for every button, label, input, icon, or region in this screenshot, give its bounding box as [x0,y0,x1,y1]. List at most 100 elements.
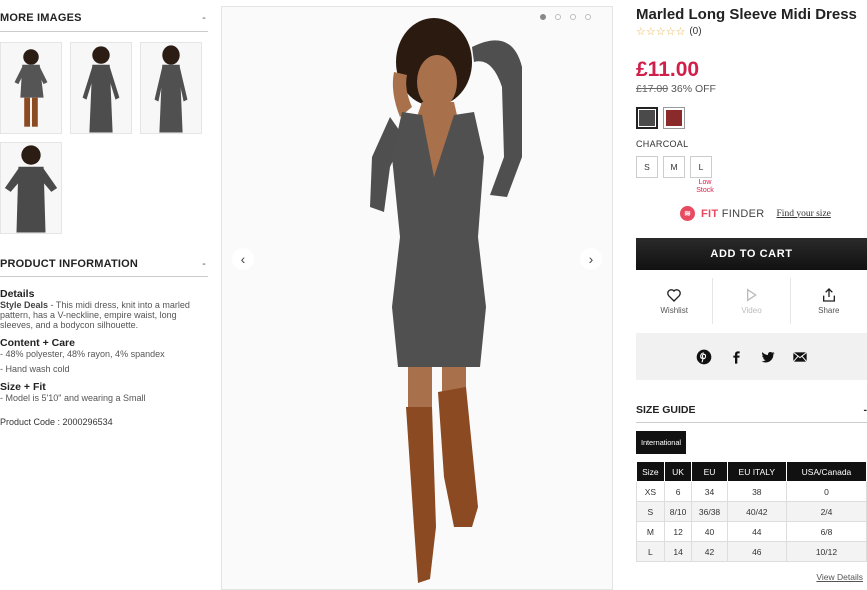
table-row: S 8/10 36/38 40/42 2/4 [636,501,867,522]
next-image-button[interactable]: › [580,248,602,270]
table-row: L 14 42 46 10/12 [636,541,867,562]
size-option-l[interactable]: L [690,156,712,178]
table-cell: 0 [785,481,867,502]
table-cell: 12 [663,521,693,542]
table-cell: 46 [726,541,787,562]
heart-icon [667,289,682,302]
model-illustration [222,7,612,589]
twitter-icon[interactable] [760,349,776,365]
color-swatch-burgundy[interactable] [663,107,685,129]
find-your-size-link[interactable]: Find your size [777,209,831,219]
current-price: £11.00 [636,58,700,81]
share-button[interactable]: Share [791,278,867,324]
video-button[interactable]: Video [713,278,791,324]
column-header: EU [691,461,728,482]
wishlist-button[interactable]: Wishlist [636,278,714,324]
column-header: EU ITALY [726,461,787,482]
table-cell: XS [636,481,665,502]
size-option-m[interactable]: M [663,156,685,178]
pinterest-icon[interactable] [696,349,712,365]
gallery-dot-2[interactable] [555,14,561,20]
product-information-body: Details Style Deals - This midi dress, k… [0,289,200,427]
divider [0,276,208,277]
review-count: (0) [689,26,702,37]
video-label: Video [741,306,762,315]
column-header: Size [636,461,665,482]
was-price-line: £17.00 36% OFF [636,83,716,95]
original-price: £17.00 [636,83,669,95]
column-header: USA/Canada [785,461,867,482]
details-section: Details Style Deals - This midi dress, k… [0,289,200,330]
thumbnail-4[interactable] [0,142,62,234]
action-row: Wishlist Video Share [636,278,867,324]
table-cell: 38 [726,481,787,502]
fit-finder-brand-a: FIT [701,207,719,220]
table-cell: S [636,501,665,522]
table-cell: 8/10 [663,501,693,522]
color-swatches [636,107,685,129]
more-images-title: MORE IMAGES [0,12,82,24]
size-selector: S M L [636,156,712,178]
fit-finder-icon: ≋ [680,206,695,221]
rating[interactable]: ☆☆☆☆☆ (0) [636,25,702,38]
details-text: Style Deals - This midi dress, knit into… [0,300,200,330]
facebook-icon[interactable] [728,349,744,365]
collapse-toggle[interactable]: - [202,258,206,270]
details-heading: Details [0,288,35,300]
share-icon [822,288,835,302]
thumbnail-2[interactable] [70,42,132,134]
size-guide-title: SIZE GUIDE [636,404,696,416]
table-cell: 44 [726,521,787,542]
table-cell: L [636,541,665,562]
color-swatch-charcoal[interactable] [636,107,658,129]
size-option-s[interactable]: S [636,156,658,178]
table-cell: 40 [691,521,728,542]
divider [0,31,208,32]
product-title: Marled Long Sleeve Midi Dress [636,6,857,23]
view-details-link[interactable]: View Details [816,572,863,582]
table-row: M 12 40 44 6/8 [636,521,867,542]
gallery-dot-4[interactable] [585,14,591,20]
collapse-toggle[interactable]: - [202,12,206,24]
previous-image-button[interactable]: ‹ [232,248,254,270]
table-cell: 40/42 [726,501,787,522]
size-fit-heading: Size + Fit [0,381,46,393]
play-icon [747,288,758,302]
table-cell: M [636,521,665,542]
discount-badge: 36% OFF [671,83,716,95]
tab-international[interactable]: International [636,431,686,454]
main-product-image [221,6,613,590]
fit-finder-brand: FIT FINDER [701,208,765,220]
table-cell: 6 [663,481,693,502]
fit-finder[interactable]: ≋ FIT FINDER Find your size [680,206,831,221]
social-share-bar [636,333,867,380]
size-guide-header[interactable]: SIZE GUIDE - [636,404,867,416]
content-line: - Hand wash cold [0,364,70,374]
product-information-title: PRODUCT INFORMATION [0,258,139,270]
content-care-heading: Content + Care [0,337,75,349]
content-line: - 48% polyester, 48% rayon, 4% spandex [0,349,165,359]
column-header: UK [663,461,693,482]
table-cell: 2/4 [785,501,867,522]
thumbnail-3[interactable] [140,42,202,134]
table-row: XS 6 34 38 0 [636,481,867,502]
gallery-dot-3[interactable] [570,14,576,20]
table-cell: 14 [663,541,693,562]
selected-color-name: CHARCOAL [636,139,689,149]
chevron-left-icon: ‹ [240,251,246,267]
table-cell: 42 [691,541,728,562]
more-images-header[interactable]: MORE IMAGES - [0,12,208,24]
divider [636,422,867,423]
style-deals-label: Style Deals [0,300,49,310]
gallery-dot-1[interactable] [540,14,546,20]
email-icon[interactable] [792,349,808,365]
star-rating-icon: ☆☆☆☆☆ [636,26,686,38]
thumbnail-1[interactable] [0,42,62,134]
product-information-header[interactable]: PRODUCT INFORMATION - [0,258,208,270]
add-to-cart-button[interactable]: ADD TO CART [636,238,867,270]
size-guide-table: Size UK EU EU ITALY USA/Canada XS 6 34 3… [636,461,867,562]
product-code: Product Code : 2000296534 [0,417,113,427]
wishlist-label: Wishlist [660,306,688,315]
low-stock-label: Low Stock [696,179,714,194]
collapse-toggle[interactable]: - [864,404,867,416]
